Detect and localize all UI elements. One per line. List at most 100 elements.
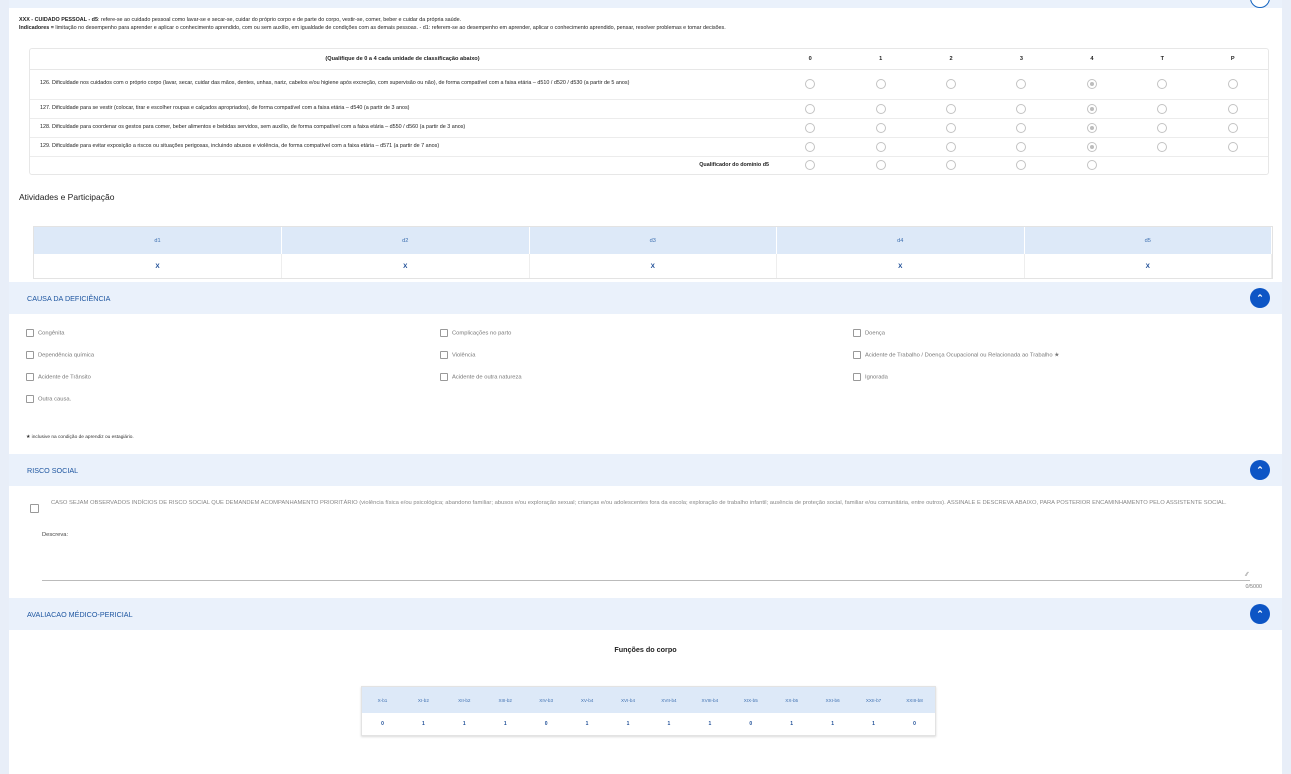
qualifier-radio-1[interactable] (875, 160, 886, 171)
radio-option-0[interactable] (805, 141, 816, 152)
qualification-cell (1197, 137, 1268, 157)
qualifier-radio-0[interactable] (805, 160, 816, 171)
causa-option-label: Dependência química (38, 352, 95, 359)
radio-option-t[interactable] (1157, 122, 1168, 133)
body-function-value: 1 (790, 721, 794, 727)
radio-option-4[interactable] (1086, 103, 1097, 114)
radio-option-3[interactable] (1016, 141, 1027, 152)
radio-option-2[interactable] (946, 141, 957, 152)
domain-value: X (281, 254, 530, 278)
section-header-risco[interactable]: RISCO SOCIAL ⌃ (9, 454, 1282, 486)
qualification-question: 126. Dificuldade nos cuidados com o próp… (30, 69, 775, 100)
radio-option-2[interactable] (946, 122, 957, 133)
radio-option-0[interactable] (805, 122, 816, 133)
qualification-row: 126. Dificuldade nos cuidados com o próp… (30, 69, 1268, 100)
causa-option[interactable]: Dependência química (26, 351, 94, 359)
causa-footnote: ★ inclusive na condição de aprendiz ou e… (26, 435, 134, 440)
section-header-top (9, 0, 1282, 8)
qualification-cell (1197, 99, 1268, 119)
radio-option-1[interactable] (875, 79, 886, 89)
causa-option[interactable]: Acidente de outra natureza (440, 373, 522, 381)
domain-value: X (776, 254, 1025, 278)
indicators-label: Indicadores = (19, 25, 54, 31)
causa-option[interactable]: Outra causa. (26, 395, 71, 403)
checkbox[interactable] (853, 373, 861, 381)
radio-option-p[interactable] (1227, 122, 1238, 133)
body-function-header: XXII-b7 (853, 687, 894, 713)
radio-option-2[interactable] (946, 79, 957, 89)
checkbox[interactable] (26, 351, 34, 359)
qualifier-radio-2[interactable] (946, 160, 957, 171)
causa-option-label: Complicações no parto (452, 330, 512, 337)
radio-option-3[interactable] (1016, 122, 1027, 133)
qualification-cell (1056, 69, 1128, 100)
qualification-cell (986, 69, 1057, 100)
causa-option[interactable]: Acidente de Trabalho / Doença Ocupaciona… (853, 351, 1059, 359)
section-header-avaliacao[interactable]: AVALIACAO MÉDICO-PERICIAL ⌃ (9, 598, 1282, 630)
section-header-causa[interactable]: CAUSA DA DEFICIÊNCIA ⌃ (9, 282, 1282, 314)
chevron-up-icon[interactable]: ⌃ (1250, 460, 1270, 480)
body-function-header: XVIII-b4 (689, 687, 731, 713)
radio-option-1[interactable] (875, 141, 886, 152)
qualifier-row: Qualificador do domínio d5 (30, 156, 1268, 174)
causa-option[interactable]: Acidente de Trânsito (26, 373, 91, 381)
checkbox[interactable] (440, 351, 448, 359)
qualifier-radio-4[interactable] (1086, 160, 1097, 171)
qualification-column-header: 1 (845, 49, 916, 70)
radio-option-3[interactable] (1016, 103, 1027, 114)
qualification-row: 128. Dificuldade para coordenar os gesto… (30, 118, 1268, 138)
page-content: XXX - CUIDADO PESSOAL - d5: refere-se ao… (9, 0, 1282, 774)
body-function-header: XVII-b4 (648, 687, 690, 713)
causa-option-label: Violência (452, 352, 476, 359)
collapse-button-top[interactable] (1250, 0, 1270, 8)
radio-option-1[interactable] (875, 103, 886, 114)
body-function-header: X-b1 (362, 687, 403, 713)
qualification-cell (915, 137, 987, 157)
atividades-title: Atividades e Participação (19, 192, 115, 202)
radio-option-t[interactable] (1157, 103, 1168, 114)
risco-checkbox[interactable] (30, 504, 43, 513)
domain-value: X (529, 254, 777, 278)
checkbox[interactable] (853, 329, 861, 337)
qualification-cell (915, 69, 987, 100)
causa-option[interactable]: Ignorada (853, 373, 888, 381)
radio-option-t[interactable] (1157, 141, 1168, 152)
checkbox[interactable] (440, 373, 448, 381)
radio-option-p[interactable] (1227, 103, 1238, 114)
radio-option-4[interactable] (1086, 122, 1097, 133)
checkbox[interactable] (26, 329, 34, 337)
radio-option-t[interactable] (1157, 79, 1168, 89)
qualification-question: 127. Dificuldade para se vestir (colocar… (30, 99, 775, 119)
causa-option[interactable]: Congênita (26, 329, 64, 337)
qualifier-radio-3[interactable] (1016, 160, 1027, 171)
body-function-value: 1 (708, 721, 712, 727)
radio-option-3[interactable] (1016, 79, 1027, 89)
chevron-up-icon[interactable]: ⌃ (1250, 604, 1270, 624)
qualifier-cell (775, 156, 845, 174)
radio-option-4[interactable] (1086, 79, 1097, 89)
causa-option[interactable]: Complicações no parto (440, 329, 511, 337)
radio-option-0[interactable] (805, 79, 816, 89)
domain-header: d2 (281, 227, 530, 254)
indicators-description: limitação no desempenho para aprender e … (53, 25, 726, 31)
resize-grip-icon[interactable]: ∕∕ (1246, 572, 1248, 578)
checkbox[interactable] (26, 395, 34, 403)
causa-option[interactable]: Violência (440, 351, 475, 359)
qualification-cell (775, 137, 846, 157)
radio-option-p[interactable] (1227, 79, 1238, 89)
qualification-cell (845, 137, 916, 157)
radio-option-p[interactable] (1227, 141, 1238, 152)
radio-option-4[interactable] (1086, 141, 1097, 152)
causa-option[interactable]: Doença (853, 329, 885, 337)
checkbox[interactable] (440, 329, 448, 337)
chevron-up-icon[interactable]: ⌃ (1250, 288, 1270, 308)
qualification-cell (845, 99, 916, 119)
body-function-header: XIV-b3 (525, 687, 567, 713)
radio-option-2[interactable] (946, 103, 957, 114)
radio-option-0[interactable] (805, 103, 816, 114)
radio-option-1[interactable] (875, 122, 886, 133)
qualification-cell (1127, 99, 1198, 119)
checkbox[interactable] (853, 351, 861, 359)
checkbox[interactable] (26, 373, 34, 381)
descreva-textarea[interactable]: ∕∕ (42, 540, 1250, 581)
